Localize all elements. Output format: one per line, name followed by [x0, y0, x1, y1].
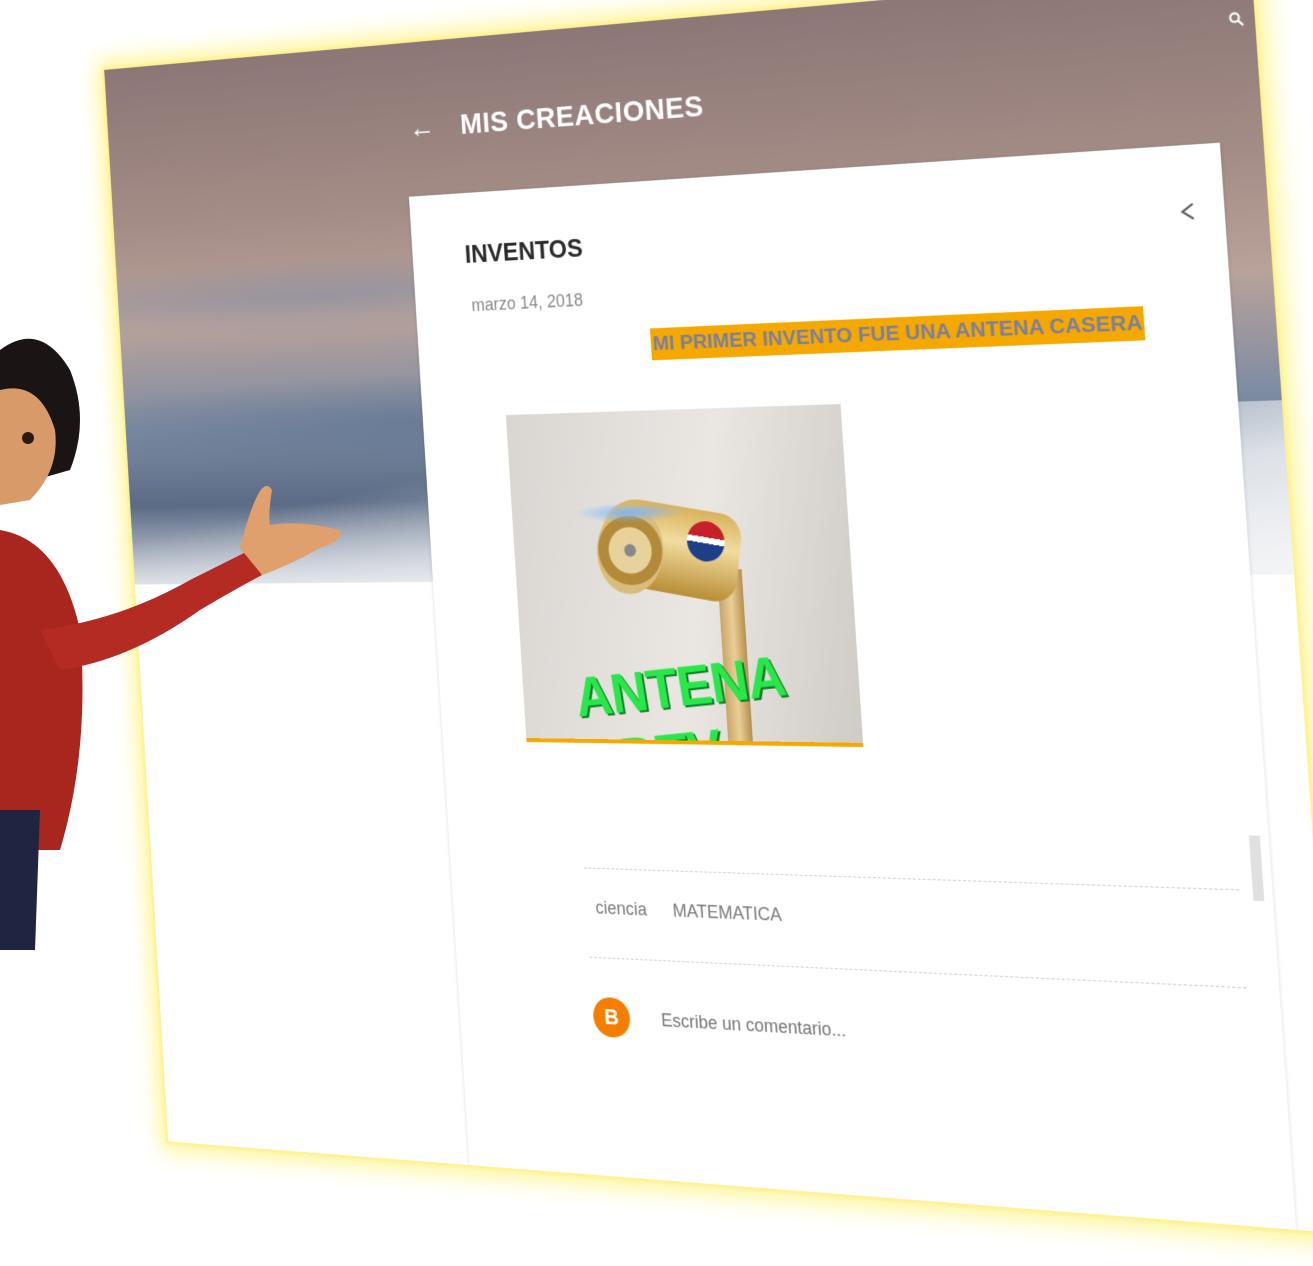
- post-headline: MI PRIMER INVENTO FUE UNA ANTENA CASERA: [650, 306, 1146, 360]
- divider-top: [584, 867, 1240, 890]
- comment-input[interactable]: [659, 1008, 974, 1049]
- image-caption: ANTENA HDTV: [570, 635, 863, 748]
- post-date: marzo 14, 2018: [471, 290, 584, 316]
- arrow-left-icon[interactable]: ←: [404, 111, 441, 146]
- post-title[interactable]: INVENTOS: [464, 233, 584, 270]
- divider-bottom: [590, 957, 1247, 989]
- scrollbar[interactable]: [1249, 835, 1265, 901]
- comment-row: B: [592, 996, 975, 1058]
- label-matematica[interactable]: MATEMATICA: [672, 900, 782, 926]
- post-card: INVENTOS marzo 14, 2018 MI PRIMER INVENT…: [409, 143, 1296, 1230]
- lens-glow: [574, 502, 686, 524]
- post-labels: ciencia MATEMATICA: [595, 898, 783, 926]
- headline-wrap: MI PRIMER INVENTO FUE UNA ANTENA CASERA: [650, 306, 1146, 360]
- search-icon[interactable]: [1228, 11, 1244, 27]
- share-icon[interactable]: [1179, 200, 1198, 222]
- blog-screen: ← MIS CREACIONES INVENTOS marzo 14, 2018…: [104, 0, 1313, 1233]
- label-ciencia[interactable]: ciencia: [595, 898, 648, 921]
- post-image[interactable]: ANTENA HDTV: [506, 404, 863, 747]
- screen-wrap: ← MIS CREACIONES INVENTOS marzo 14, 2018…: [0, 0, 1313, 1266]
- blog-title[interactable]: MIS CREACIONES: [459, 90, 704, 142]
- blogger-icon: B: [592, 996, 631, 1038]
